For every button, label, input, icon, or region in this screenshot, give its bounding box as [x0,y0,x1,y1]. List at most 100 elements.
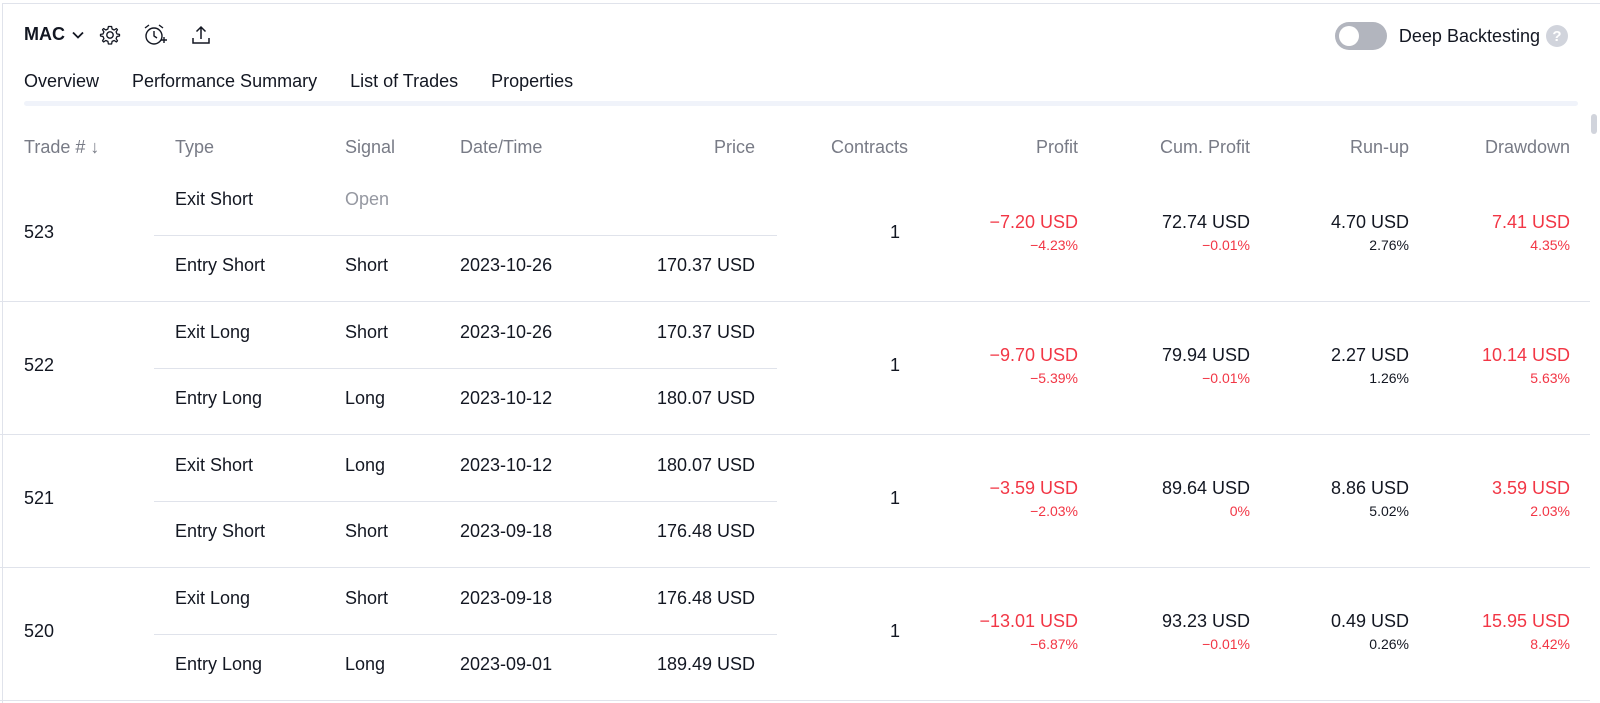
trades-table: Trade # ↓ Type Signal Date/Time Price Co… [0,125,1590,701]
trade-row: 522 Exit Long Short 2023-10-26 170.37 US… [0,302,1590,435]
exit-price: 176.48 USD [656,588,755,608]
runup-value: 8.86 USD [1330,478,1409,498]
symbol-label: MAC [24,24,65,44]
drawdown-value: 15.95 USD [1481,611,1570,631]
entry-type: Entry Long [175,654,263,674]
tab-performance-summary[interactable]: Performance Summary [132,68,317,105]
column-header-type: Type [175,137,215,157]
exit-type: Exit Short [175,455,254,475]
trade-rows: 523 Exit Short Open Entry Short Short 20… [0,169,1590,701]
drawdown-value: 7.41 USD [1491,212,1570,232]
chevron-down-icon [72,31,84,39]
entry-price: 189.49 USD [656,654,755,674]
exit-signal: Short [345,588,389,608]
entry-datetime: 2023-09-18 [460,521,553,541]
entry-signal: Short [345,521,389,541]
entry-datetime: 2023-10-12 [460,388,553,408]
deep-backtesting-label: Deep Backtesting [1398,25,1540,46]
runup-value: 2.27 USD [1330,345,1409,365]
exit-price: 170.37 USD [656,322,755,342]
column-header-profit: Profit [1035,137,1078,157]
entry-type: Entry Long [175,388,263,408]
subrow-divider [154,634,777,635]
trade-number: 522 [24,355,55,375]
trade-row: 520 Exit Long Short 2023-09-18 176.48 US… [0,568,1590,701]
alarm-clock-plus-icon[interactable] [142,22,168,48]
deep-backtesting-toggle[interactable] [1334,22,1387,50]
exit-datetime: 2023-09-18 [460,588,553,608]
column-header-trade-label: Trade # [24,137,86,157]
trade-row: 521 Exit Short Long 2023-10-12 180.07 US… [0,435,1590,568]
tab-properties[interactable]: Properties [491,68,573,105]
contracts-value: 1 [889,355,900,375]
profit-value: −7.20 USD [989,212,1078,232]
drawdown-percent: 2.03% [1530,503,1570,519]
profit-percent: −6.87% [1030,636,1078,652]
runup-value: 4.70 USD [1330,212,1409,232]
profit-value: −13.01 USD [979,611,1078,631]
profit-percent: −4.23% [1030,237,1078,253]
tab-underline-track [24,101,1578,106]
drawdown-value: 10.14 USD [1481,345,1570,365]
entry-price: 180.07 USD [656,388,755,408]
column-header-signal: Signal [345,137,396,157]
cum-profit-value: 79.94 USD [1161,345,1250,365]
cum-profit-percent: −0.01% [1202,237,1250,253]
contracts-value: 1 [889,621,900,641]
drawdown-percent: 5.63% [1530,370,1570,386]
toggle-knob [1338,26,1359,46]
entry-type: Entry Short [175,521,266,541]
column-header-contracts: Contracts [830,137,908,157]
upload-icon[interactable] [188,22,214,48]
cum-profit-percent: −0.01% [1202,370,1250,386]
exit-signal: Short [345,322,389,342]
tab-overview[interactable]: Overview [24,68,99,105]
gear-icon[interactable] [97,22,123,48]
cum-profit-percent: 0% [1229,503,1250,519]
column-header-price: Price [713,137,755,157]
trade-number: 523 [24,222,55,242]
entry-datetime: 2023-09-01 [460,654,553,674]
column-header-cum-profit: Cum. Profit [1159,137,1250,157]
runup-percent: 5.02% [1369,503,1409,519]
deep-backtesting-control: Deep Backtesting ? [1334,22,1568,50]
symbol-selector[interactable]: MAC [24,24,85,45]
runup-percent: 0.26% [1369,636,1409,652]
subrow-divider [154,501,777,502]
report-tabs: Overview Performance Summary List of Tra… [24,68,606,105]
exit-signal: Long [345,455,386,475]
exit-datetime: 2023-10-26 [460,322,553,342]
scrollbar-thumb[interactable] [1591,114,1597,134]
profit-percent: −5.39% [1030,370,1078,386]
exit-datetime: 2023-10-12 [460,455,553,475]
entry-datetime: 2023-10-26 [460,255,553,275]
cum-profit-value: 72.74 USD [1161,212,1250,232]
contracts-value: 1 [889,488,900,508]
subrow-divider [154,368,777,369]
runup-value: 0.49 USD [1330,611,1409,631]
trade-row: 523 Exit Short Open Entry Short Short 20… [0,169,1590,302]
profit-percent: −2.03% [1030,503,1078,519]
entry-type: Entry Short [175,255,266,275]
entry-signal: Short [345,255,389,275]
strategy-toolbar: MAC Deep Backtesting ? [0,16,1600,56]
cum-profit-value: 89.64 USD [1161,478,1250,498]
column-header-trade[interactable]: Trade # ↓ [24,137,99,158]
column-header-runup: Run-up [1349,137,1409,157]
column-header-drawdown: Drawdown [1484,137,1570,157]
entry-price: 170.37 USD [656,255,755,275]
panel-top-border [2,3,1600,4]
cum-profit-percent: −0.01% [1202,636,1250,652]
column-header-datetime: Date/Time [460,137,543,157]
help-icon[interactable]: ? [1546,25,1568,47]
profit-value: −3.59 USD [989,478,1078,498]
tab-list-of-trades[interactable]: List of Trades [350,68,459,105]
profit-value: −9.70 USD [989,345,1078,365]
drawdown-percent: 8.42% [1530,636,1570,652]
exit-price: 180.07 USD [656,455,755,475]
trade-number: 520 [24,621,55,641]
entry-price: 176.48 USD [656,521,755,541]
table-header: Trade # ↓ Type Signal Date/Time Price Co… [0,125,1590,169]
exit-type: Exit Long [175,588,251,608]
drawdown-percent: 4.35% [1530,237,1570,253]
